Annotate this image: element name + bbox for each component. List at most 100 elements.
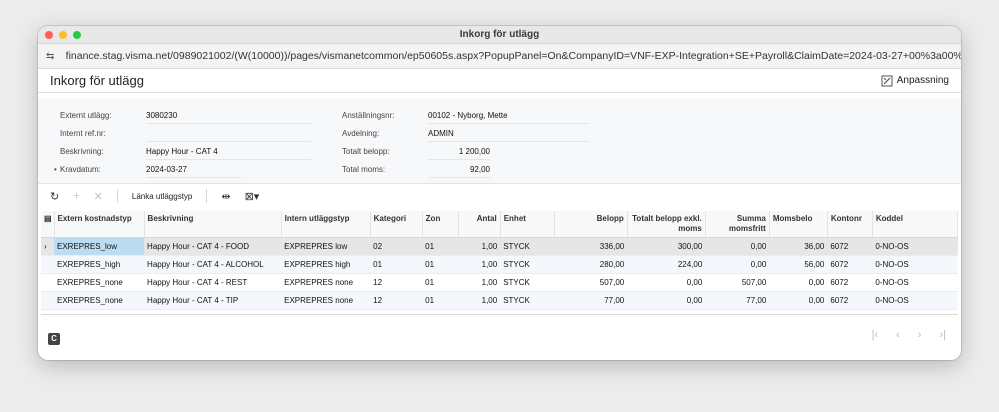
cell-summa[interactable]: 0,00 — [705, 237, 770, 256]
cell-moms[interactable]: 36,00 — [769, 237, 828, 256]
next-page-icon[interactable]: › — [918, 329, 922, 341]
col-belopp[interactable]: Belopp — [554, 211, 628, 238]
site-settings-icon[interactable]: ⇆ — [46, 51, 60, 62]
cell-totalt[interactable]: 300,00 — [627, 237, 706, 256]
cell-koddel[interactable]: 0-NO-OS — [872, 273, 958, 292]
table-row[interactable]: EXREPRES_none Happy Hour - CAT 4 - REST … — [41, 273, 958, 292]
close-window-button[interactable] — [45, 31, 53, 39]
cell-belopp[interactable]: 77,00 — [554, 291, 628, 310]
cell-moms[interactable]: 0,00 — [769, 291, 828, 310]
url-bar[interactable]: ⇆ finance.stag.visma.net/0989021002/(W(1… — [38, 44, 961, 69]
cell-kontonr[interactable]: 6072 — [827, 273, 873, 292]
cell-totalt[interactable]: 224,00 — [627, 255, 706, 274]
cell-kategori[interactable]: 12 — [370, 273, 423, 292]
kravdatum-field[interactable]: 2024-03-27 — [146, 165, 241, 178]
col-zon[interactable]: Zon — [422, 211, 459, 238]
cell-enhet[interactable]: STYCK — [500, 255, 555, 274]
previous-page-icon[interactable]: ‹ — [896, 329, 900, 341]
extern-utlagg-field[interactable]: 3080230 — [146, 111, 311, 124]
cell-kategori[interactable]: 12 — [370, 291, 423, 310]
beskrivning-field[interactable]: Happy Hour - CAT 4 — [146, 147, 311, 160]
row-pointer-icon[interactable]: › — [41, 237, 54, 256]
cell-belopp[interactable]: 280,00 — [554, 255, 628, 274]
add-icon[interactable]: + — [73, 190, 79, 202]
c-icon[interactable]: C — [48, 333, 60, 345]
cell-totalt[interactable]: 0,00 — [627, 273, 706, 292]
col-summa[interactable]: Summa momsfritt — [705, 211, 770, 238]
cell-enhet[interactable]: STYCK — [500, 237, 555, 256]
cell-moms[interactable]: 0,00 — [769, 273, 828, 292]
cell-extern[interactable]: EXREPRES_none — [54, 273, 145, 292]
grid-settings-icon[interactable]: ▤ — [44, 214, 52, 223]
cell-zon[interactable]: 01 — [422, 273, 459, 292]
first-page-icon[interactable]: |‹ — [872, 329, 879, 341]
cell-beskrivning[interactable]: Happy Hour - CAT 4 - FOOD — [144, 237, 282, 256]
col-extern[interactable]: Extern kostnadstyp — [54, 211, 145, 238]
cell-zon[interactable]: 01 — [422, 237, 459, 256]
cell-intern[interactable]: EXPREPRES none — [281, 291, 371, 310]
cell-koddel[interactable]: 0-NO-OS — [872, 255, 958, 274]
cell-belopp[interactable]: 336,00 — [554, 237, 628, 256]
row-selector-header[interactable]: ▤ — [41, 211, 55, 238]
col-koddel[interactable]: Koddel — [872, 211, 959, 238]
cell-intern[interactable]: EXPREPRES high — [281, 255, 371, 274]
fit-columns-icon[interactable]: ⇹ — [221, 190, 230, 203]
cell-antal[interactable]: 1,00 — [458, 291, 501, 310]
export-excel-icon[interactable]: ⊠▾ — [245, 190, 260, 203]
link-expense-type-button[interactable]: Länka utläggstyp — [132, 192, 193, 201]
col-intern[interactable]: Intern utläggstyp — [281, 211, 371, 238]
maximize-window-button[interactable] — [73, 31, 81, 39]
cell-antal[interactable]: 1,00 — [458, 237, 501, 256]
cell-kategori[interactable]: 02 — [370, 237, 423, 256]
cell-koddel[interactable]: 0-NO-OS — [872, 291, 958, 310]
cell-summa[interactable]: 0,00 — [705, 255, 770, 274]
cell-summa[interactable]: 77,00 — [705, 291, 770, 310]
col-antal[interactable]: Antal — [458, 211, 501, 238]
cell-zon[interactable]: 01 — [422, 255, 459, 274]
col-kategori[interactable]: Kategori — [370, 211, 423, 238]
cell-intern[interactable]: EXPREPRES none — [281, 273, 371, 292]
cell-kontonr[interactable]: 6072 — [827, 255, 873, 274]
delete-icon[interactable]: ✕ — [94, 190, 103, 203]
cell-zon[interactable]: 01 — [422, 291, 459, 310]
avdelning-field[interactable]: ADMIN — [428, 129, 590, 142]
cell-extern[interactable]: EXREPRES_low — [54, 237, 145, 256]
avdelning-label: Avdelning: — [342, 129, 380, 138]
cell-beskrivning[interactable]: Happy Hour - CAT 4 - REST — [144, 273, 282, 292]
refresh-icon[interactable]: ↻ — [50, 190, 59, 203]
cell-enhet[interactable]: STYCK — [500, 273, 555, 292]
last-page-icon[interactable]: ›| — [939, 329, 946, 341]
row-selector[interactable] — [41, 291, 54, 310]
cell-belopp[interactable]: 507,00 — [554, 273, 628, 292]
cell-beskrivning[interactable]: Happy Hour - CAT 4 - ALCOHOL — [144, 255, 282, 274]
table-row[interactable]: › EXREPRES_low Happy Hour - CAT 4 - FOOD… — [41, 237, 958, 256]
anstallningsnr-field[interactable]: 00102 - Nyborg, Mette — [428, 111, 590, 124]
table-row[interactable]: EXREPRES_high Happy Hour - CAT 4 - ALCOH… — [41, 255, 958, 274]
cell-kontonr[interactable]: 6072 — [827, 291, 873, 310]
col-momsbelo[interactable]: Momsbelo — [769, 211, 828, 238]
table-row[interactable]: EXREPRES_none Happy Hour - CAT 4 - TIP E… — [41, 291, 958, 310]
url-text[interactable]: finance.stag.visma.net/0989021002/(W(100… — [66, 50, 961, 62]
row-selector[interactable] — [41, 255, 54, 274]
col-totalt[interactable]: Totalt belopp exkl. moms — [627, 211, 706, 238]
col-kontonr[interactable]: Kontonr — [827, 211, 873, 238]
cell-antal[interactable]: 1,00 — [458, 255, 501, 274]
minimize-window-button[interactable] — [59, 31, 67, 39]
col-enhet[interactable]: Enhet — [500, 211, 555, 238]
intern-ref-field[interactable] — [146, 129, 311, 142]
cell-koddel[interactable]: 0-NO-OS — [872, 237, 958, 256]
cell-moms[interactable]: 56,00 — [769, 255, 828, 274]
row-selector[interactable] — [41, 273, 54, 292]
cell-extern[interactable]: EXREPRES_high — [54, 255, 145, 274]
cell-totalt[interactable]: 0,00 — [627, 291, 706, 310]
cell-kontonr[interactable]: 6072 — [827, 237, 873, 256]
cell-antal[interactable]: 1,00 — [458, 273, 501, 292]
cell-extern[interactable]: EXREPRES_none — [54, 291, 145, 310]
cell-kategori[interactable]: 01 — [370, 255, 423, 274]
col-beskrivning[interactable]: Beskrivning — [144, 211, 282, 238]
cell-enhet[interactable]: STYCK — [500, 291, 555, 310]
cell-intern[interactable]: EXPREPRES low — [281, 237, 371, 256]
cell-beskrivning[interactable]: Happy Hour - CAT 4 - TIP — [144, 291, 282, 310]
cell-summa[interactable]: 507,00 — [705, 273, 770, 292]
customize-button[interactable]: Anpassning — [881, 75, 949, 87]
